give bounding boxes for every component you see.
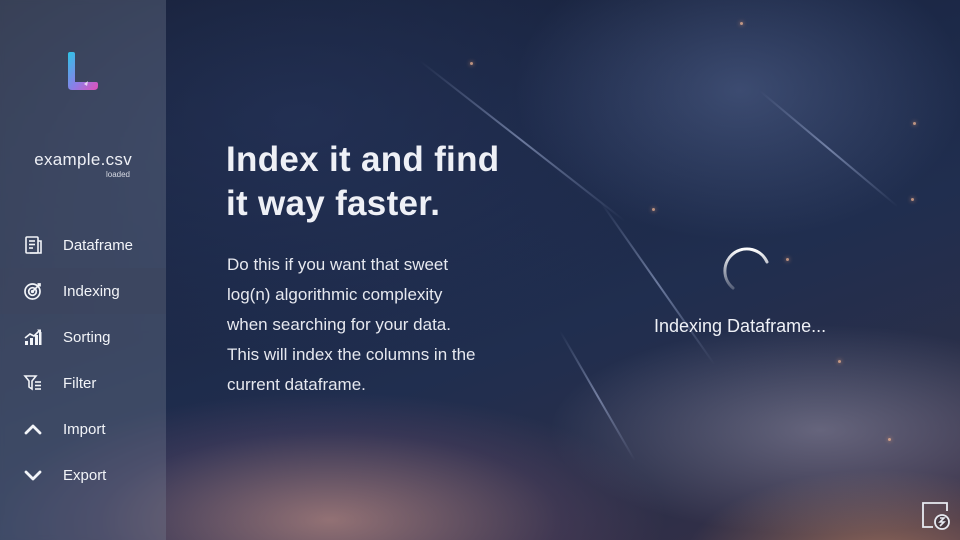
- page-title: Index it and find it way faster.: [226, 138, 546, 226]
- description: Do this if you want that sweet log(n) al…: [227, 250, 527, 400]
- sidebar-item-label: Filter: [63, 374, 97, 392]
- loading-status: Indexing Dataframe...: [654, 316, 827, 336]
- background-star: [911, 198, 914, 201]
- background-streak: [599, 200, 716, 366]
- page-title-line: Index it and find: [226, 140, 500, 179]
- description-line: when searching for your data.: [227, 315, 451, 334]
- sidebar-item-label: Import: [63, 420, 106, 438]
- file-name: example.csv: [34, 150, 132, 169]
- file-status: loaded: [105, 170, 130, 179]
- background-star: [786, 258, 789, 261]
- page-title-line: it way faster.: [226, 184, 441, 223]
- chevron-down-icon: [22, 464, 44, 486]
- corner-action-button[interactable]: [921, 501, 951, 531]
- background-star: [652, 208, 655, 211]
- background-streak: [759, 90, 899, 208]
- sidebar-item-dataframe[interactable]: Dataframe: [0, 222, 166, 268]
- sidebar-item-label: Sorting: [63, 328, 111, 346]
- description-line: log(n) algorithmic complexity: [227, 285, 443, 304]
- loading-spinner-icon: [721, 244, 773, 296]
- sidebar-item-sorting[interactable]: Sorting: [0, 314, 166, 360]
- background-star: [740, 22, 743, 25]
- background-star: [888, 438, 891, 441]
- sidebar-item-filter[interactable]: Filter: [0, 360, 166, 406]
- chevron-up-icon: [22, 418, 44, 440]
- description-line: Do this if you want that sweet: [227, 255, 449, 274]
- target-icon: [22, 280, 44, 302]
- sidebar-item-label: Dataframe: [63, 236, 134, 254]
- sidebar-item-export[interactable]: Export: [0, 452, 166, 498]
- description-line: current dataframe.: [227, 375, 366, 394]
- app-logo: [62, 50, 102, 96]
- dataframe-icon: [22, 234, 44, 256]
- background-star: [838, 360, 841, 363]
- sidebar: example.csv loaded Dataframe Indexing So…: [0, 0, 166, 540]
- description-line: This will index the columns in the: [227, 345, 476, 364]
- sidebar-nav: Dataframe Indexing Sorting Filter Import…: [0, 222, 166, 498]
- sidebar-item-label: Indexing: [63, 282, 120, 300]
- background-star: [913, 122, 916, 125]
- sidebar-item-import[interactable]: Import: [0, 406, 166, 452]
- background-streak: [559, 330, 636, 462]
- chart-icon: [22, 326, 44, 348]
- sidebar-item-indexing[interactable]: Indexing: [0, 268, 166, 314]
- filter-icon: [22, 372, 44, 394]
- sidebar-item-label: Export: [63, 466, 107, 484]
- background-star: [470, 62, 473, 65]
